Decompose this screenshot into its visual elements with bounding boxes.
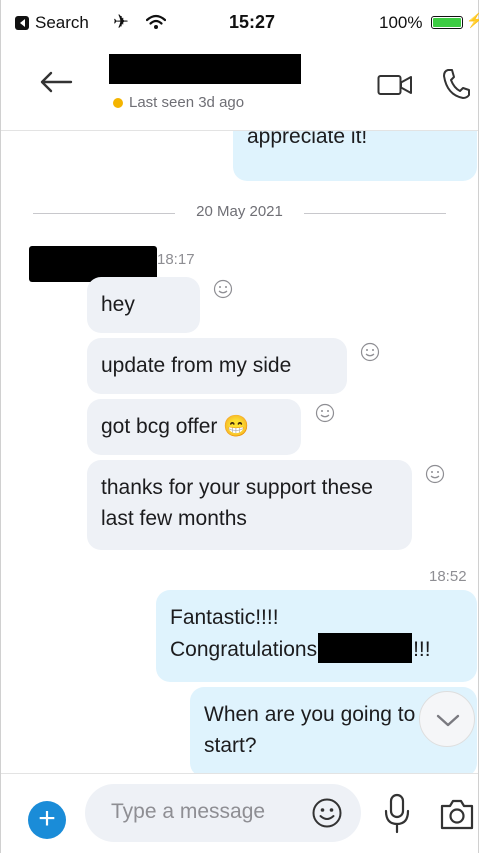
message-bubble-incoming[interactable]: hey [87, 277, 200, 333]
battery-percent: 100% [379, 13, 423, 32]
charging-icon: ⚡ [466, 12, 479, 28]
message-text-line: Fantastic!!!! [170, 606, 279, 629]
away-clock-icon [113, 97, 123, 108]
message-input[interactable] [111, 800, 301, 824]
message-input-container[interactable] [85, 784, 361, 842]
clock: 15:27 [229, 12, 276, 32]
phone-icon[interactable] [441, 68, 471, 100]
battery-fill [433, 18, 461, 27]
message-composer: + [1, 773, 478, 853]
react-smiley-icon[interactable] [425, 464, 445, 484]
chevron-down-icon [436, 714, 460, 727]
back-to-app-icon[interactable] [15, 16, 29, 30]
message-text: When are you going to start? [204, 703, 416, 757]
message-bubble-incoming[interactable]: thanks for your support these last few m… [87, 460, 412, 550]
message-text: got bcg offer [101, 415, 218, 438]
date-label: 20 May 2021 [196, 203, 283, 220]
react-smiley-icon[interactable] [315, 403, 335, 423]
scroll-to-bottom-button[interactable] [419, 691, 475, 747]
arrow-left-icon[interactable] [39, 70, 73, 94]
react-smiley-icon[interactable] [213, 279, 233, 299]
message-bubble-outgoing[interactable]: appreciate it! [233, 131, 477, 181]
chat-header: Last seen 3d ago [1, 44, 478, 131]
status-bar: Search ✈ 15:27 100% ⚡ [1, 0, 479, 44]
react-smiley-icon[interactable] [360, 342, 380, 362]
message-text: update from my side [101, 354, 292, 377]
battery-icon [431, 16, 463, 29]
message-text: thanks for your support these last few m… [101, 476, 373, 530]
camera-icon[interactable] [439, 797, 475, 831]
message-timestamp: 18:17 [157, 251, 195, 268]
add-content-button[interactable]: + [28, 801, 66, 839]
message-bubble-outgoing[interactable]: Fantastic!!!! Congratulations!!! [156, 590, 477, 682]
message-text: !!! [413, 638, 431, 661]
message-bubble-incoming[interactable]: update from my side [87, 338, 347, 394]
presence-text: Last seen 3d ago [129, 94, 245, 111]
date-separator: 20 May 2021 [33, 203, 446, 223]
grin-emoji: 😁 [223, 415, 250, 438]
message-text: Congratulations [170, 638, 318, 661]
back-to-app-label[interactable]: Search [35, 13, 89, 33]
microphone-icon[interactable] [381, 793, 413, 835]
wifi-icon [146, 14, 166, 29]
redacted-name [318, 633, 413, 663]
message-text-line: Congratulations!!! [170, 633, 463, 665]
message-bubble-incoming[interactable]: got bcg offer 😁 [87, 399, 301, 455]
airplane-mode-icon: ✈ [113, 12, 129, 33]
message-text: hey [101, 293, 135, 316]
plus-icon: + [38, 802, 56, 835]
message-timestamp: 18:52 [429, 568, 467, 585]
emoji-icon[interactable] [311, 797, 343, 829]
contact-name-redacted[interactable] [109, 54, 301, 84]
message-list[interactable]: appreciate it! 20 May 2021 18:17 hey upd… [1, 131, 478, 774]
message-text: appreciate it! [247, 131, 368, 148]
presence-status: Last seen 3d ago [113, 94, 244, 111]
video-camera-icon[interactable] [377, 74, 413, 96]
divider [304, 213, 446, 214]
